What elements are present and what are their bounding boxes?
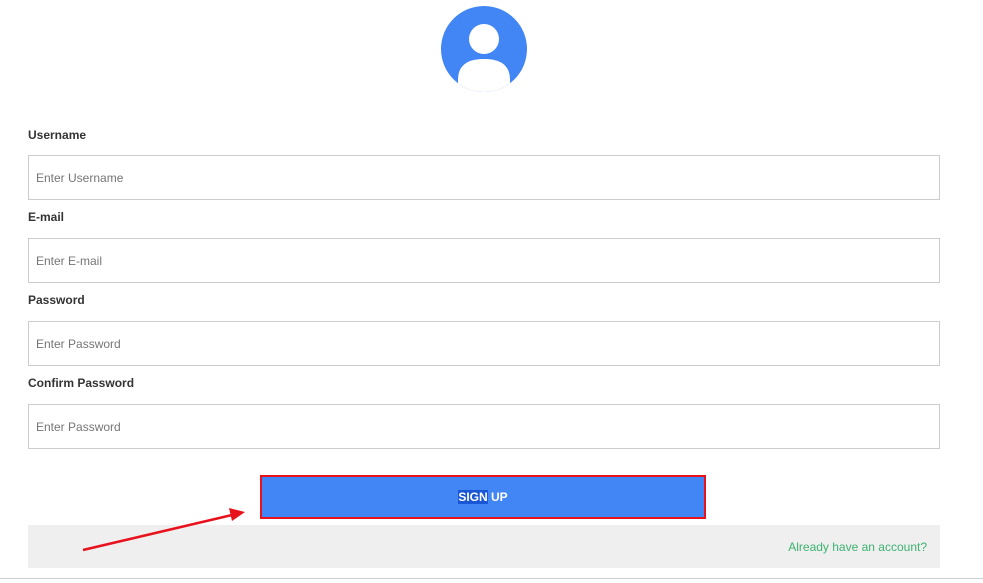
login-link[interactable]: Already have an account? (788, 540, 927, 554)
signup-button[interactable]: SIGN UP (262, 477, 704, 517)
password-input[interactable] (28, 321, 940, 366)
confirm-password-input[interactable] (28, 404, 940, 449)
username-input[interactable] (28, 155, 940, 200)
divider (0, 578, 983, 579)
signup-label-selected: SIGN (458, 490, 488, 504)
signup-label-rest: UP (487, 490, 508, 504)
email-label: E-mail (28, 210, 65, 224)
arrow-head (229, 508, 245, 521)
footer-bar: Already have an account? (28, 525, 940, 568)
email-input[interactable] (28, 238, 940, 283)
username-label: Username (28, 128, 87, 142)
signup-page: Username E-mail Password Confirm Passwor… (0, 0, 983, 583)
confirm-password-label: Confirm Password (28, 376, 135, 390)
user-avatar-icon (441, 6, 527, 92)
password-label: Password (28, 293, 85, 307)
